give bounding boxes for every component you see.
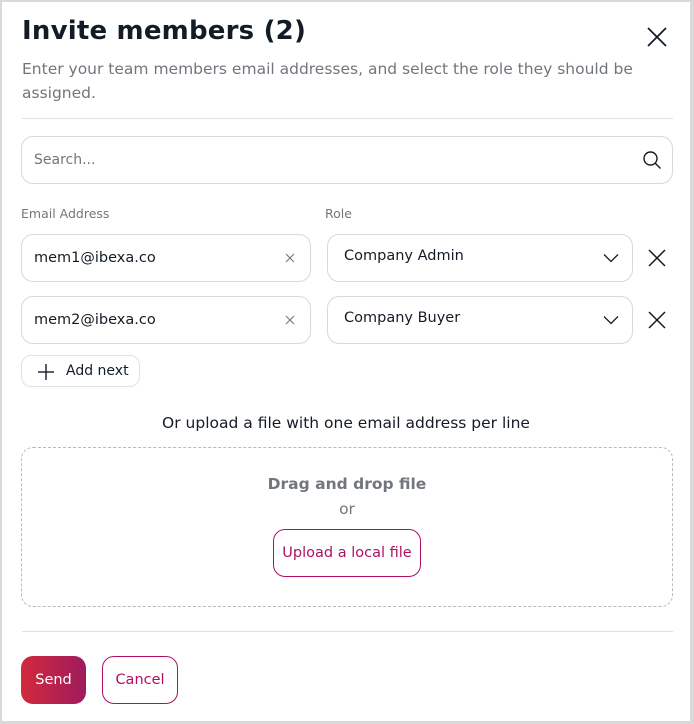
email-address-label: Email Address [21, 206, 110, 221]
search-icon[interactable] [642, 150, 662, 170]
clear-icon[interactable] [285, 253, 295, 263]
clear-icon[interactable] [285, 315, 295, 325]
cancel-button[interactable]: Cancel [102, 656, 178, 704]
drop-title: Drag and drop file [267, 475, 427, 493]
email-input[interactable] [34, 297, 274, 343]
modal-subtitle: Enter your team members email addresses,… [22, 60, 633, 102]
file-dropzone[interactable]: Drag and drop file or Upload a local fil… [21, 447, 673, 607]
invite-members-modal: Invite members (2) Enter your team membe… [2, 2, 690, 721]
search-field[interactable] [21, 136, 673, 184]
email-input[interactable] [34, 235, 274, 281]
chevron-down-icon [603, 254, 619, 263]
close-button[interactable] [642, 22, 672, 52]
role-select-value: Company Admin [344, 248, 464, 264]
send-button[interactable]: Send [21, 656, 86, 704]
role-select[interactable]: Company Buyer [327, 296, 633, 344]
role-select-value: Company Buyer [344, 310, 461, 326]
role-select[interactable]: Company Admin [327, 234, 633, 282]
footer-divider [22, 631, 673, 632]
plus-icon [38, 364, 54, 380]
member-email-field[interactable] [21, 296, 311, 344]
chevron-down-icon [603, 316, 619, 325]
close-icon [647, 27, 667, 47]
remove-row-icon[interactable] [647, 310, 667, 330]
add-next-button[interactable]: Add next [21, 355, 140, 387]
search-input[interactable] [34, 137, 624, 183]
upload-local-file-button[interactable]: Upload a local file [273, 529, 421, 577]
member-email-field[interactable] [21, 234, 311, 282]
role-label: Role [325, 206, 352, 221]
drop-or-text: or [339, 500, 355, 518]
upload-hint: Or upload a file with one email address … [162, 414, 530, 432]
modal-title: Invite members (2) [22, 16, 307, 46]
remove-row-icon[interactable] [647, 248, 667, 268]
header-divider [22, 118, 673, 119]
add-next-label: Add next [66, 363, 129, 379]
